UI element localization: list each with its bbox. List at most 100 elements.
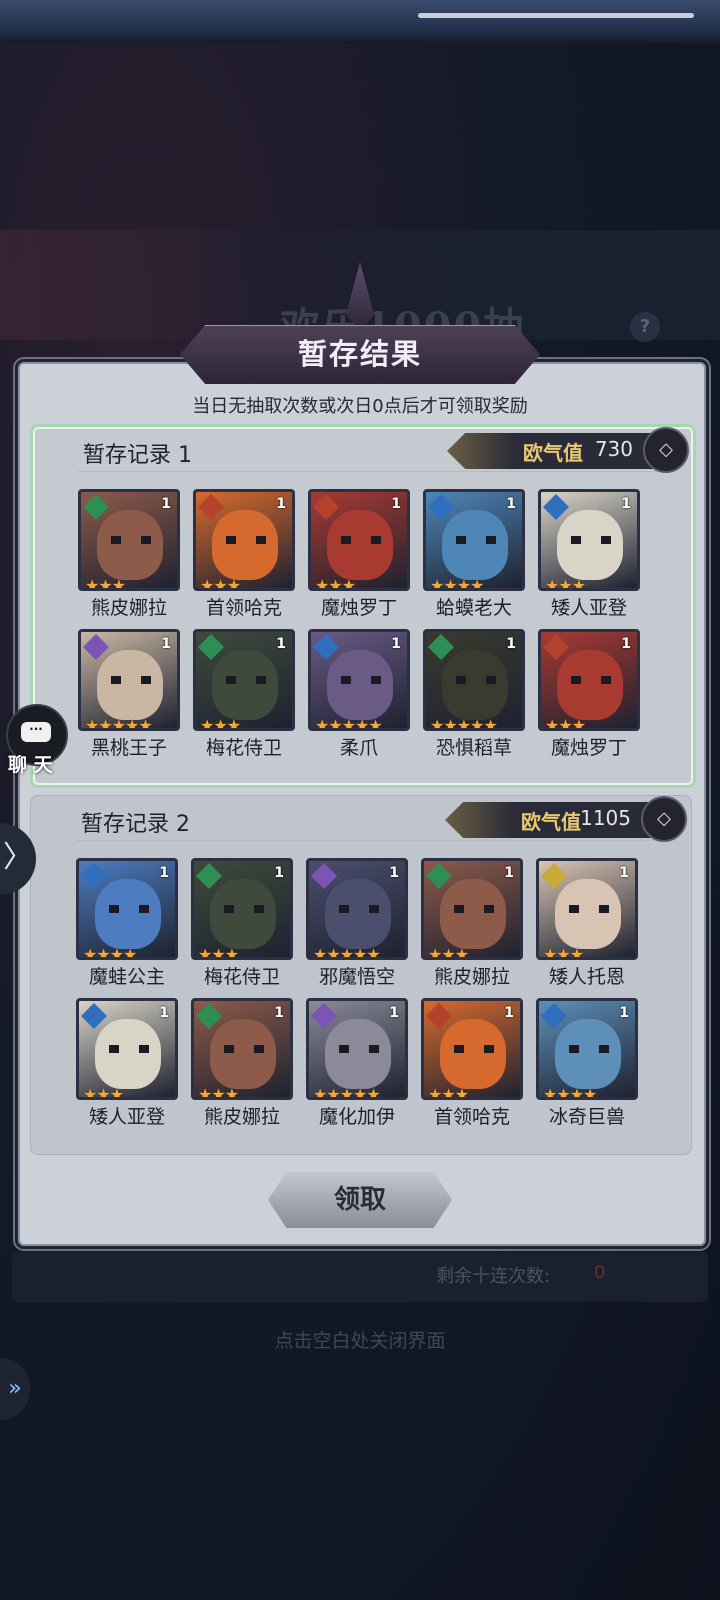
share-icon[interactable]: ◇ <box>643 427 689 473</box>
hero-count: 1 <box>619 1005 629 1021</box>
hero-card[interactable]: 1 ★★★★★ 恐惧稻草 <box>418 629 528 769</box>
home-indicator <box>418 13 694 18</box>
hero-stars: ★★★ <box>428 945 469 960</box>
hero-name: 柔爪 <box>339 737 378 759</box>
hero-card[interactable]: 1 ★★★★★ 邪魔悟空 <box>301 858 411 998</box>
hero-card[interactable]: 1 ★★★★★ 黑桃王子 <box>73 629 183 769</box>
hero-count: 1 <box>619 865 629 881</box>
share-icon[interactable]: ◇ <box>641 796 687 842</box>
hero-face <box>442 510 508 580</box>
hero-count: 1 <box>391 496 401 512</box>
chat-label[interactable]: 聊 天 <box>8 750 53 777</box>
green-element-icon <box>426 863 452 889</box>
hero-eyes <box>569 1045 609 1053</box>
hero-name: 魔烛罗丁 <box>550 737 627 759</box>
hero-stars: ★★★★★ <box>85 716 153 731</box>
hero-card[interactable]: 1 ★★★ 梅花侍卫 <box>186 858 296 998</box>
luck-value: 1105 <box>580 806 631 830</box>
gold-element-icon <box>541 863 567 889</box>
hero-card[interactable]: 1 ★★★ 矮人亚登 <box>71 998 181 1138</box>
hero-count: 1 <box>504 865 514 881</box>
dialog-notice: 当日无抽取次数或次日0点后才可领取奖励 <box>192 396 528 417</box>
blue-element-icon <box>541 1003 567 1029</box>
divider <box>76 840 656 841</box>
green-element-icon <box>428 634 454 660</box>
hero-count: 1 <box>506 496 516 512</box>
blue-element-icon <box>428 494 454 520</box>
purple-element-icon <box>83 634 109 660</box>
hero-face <box>442 650 508 720</box>
record-title: 暂存记录 1 <box>83 443 192 468</box>
hero-portrait: 1 ★★★★ <box>423 489 525 591</box>
blue-element-icon <box>81 863 107 889</box>
claim-button[interactable]: 领取 <box>268 1172 452 1228</box>
blue-element-icon <box>81 1003 107 1029</box>
hero-portrait: 1 ★★★ <box>421 998 523 1100</box>
hero-card[interactable]: 1 ★★★★★ 魔化加伊 <box>301 998 411 1138</box>
hero-count: 1 <box>391 636 401 652</box>
hero-face <box>555 879 621 949</box>
hero-name: 邪魔悟空 <box>318 966 395 988</box>
hero-count: 1 <box>621 636 631 652</box>
hero-portrait: 1 ★★★ <box>191 858 293 960</box>
hero-card[interactable]: 1 ★★★ 魔烛罗丁 <box>533 629 643 769</box>
hero-card[interactable]: 1 ★★★★ 冰奇巨兽 <box>531 998 641 1138</box>
hero-stars: ★★★★★ <box>315 716 383 731</box>
hero-name: 首领哈克 <box>433 1106 510 1128</box>
red-element-icon <box>313 494 339 520</box>
hero-stars: ★★★ <box>428 1085 469 1100</box>
red-element-icon <box>426 1003 452 1029</box>
hero-face <box>325 1019 391 1089</box>
hero-count: 1 <box>276 636 286 652</box>
hero-card[interactable]: 1 ★★★ 熊皮娜拉 <box>416 858 526 998</box>
hero-name: 首领哈克 <box>205 597 282 619</box>
hero-card[interactable]: 1 ★★★ 首领哈克 <box>416 998 526 1138</box>
hero-card[interactable]: 1 ★★★ 魔烛罗丁 <box>303 489 413 629</box>
hero-card[interactable]: 1 ★★★ 矮人亚登 <box>533 489 643 629</box>
hero-count: 1 <box>161 496 171 512</box>
hero-card[interactable]: 1 ★★★★ 蛤蟆老大 <box>418 489 528 629</box>
hero-name: 熊皮娜拉 <box>90 597 167 619</box>
hero-name: 恐惧稻草 <box>435 737 512 759</box>
hero-eyes <box>339 1045 379 1053</box>
hero-stars: ★★★★★ <box>313 945 381 960</box>
chat-icon[interactable]: ··· <box>21 722 51 742</box>
hero-eyes <box>454 1045 494 1053</box>
hero-stars: ★★★ <box>83 1085 124 1100</box>
hero-eyes <box>456 536 496 544</box>
hero-portrait: 1 ★★★★ <box>536 998 638 1100</box>
help-icon[interactable]: ? <box>630 312 660 342</box>
hero-name: 魔化加伊 <box>318 1106 395 1128</box>
red-element-icon <box>543 634 569 660</box>
hero-count: 1 <box>159 1005 169 1021</box>
hero-portrait: 1 ★★★ <box>538 489 640 591</box>
hero-portrait: 1 ★★★★ <box>76 858 178 960</box>
hero-card[interactable]: 1 ★★★★ 魔蛙公主 <box>71 858 181 998</box>
hero-face <box>210 879 276 949</box>
hero-count: 1 <box>621 496 631 512</box>
green-element-icon <box>83 494 109 520</box>
hero-stars: ★★★ <box>85 576 126 591</box>
hero-card[interactable]: 1 ★★★★★ 柔爪 <box>303 629 413 769</box>
hero-count: 1 <box>161 636 171 652</box>
hero-card[interactable]: 1 ★★★ 熊皮娜拉 <box>186 998 296 1138</box>
hero-face <box>212 650 278 720</box>
hero-name: 魔烛罗丁 <box>320 597 397 619</box>
hero-count: 1 <box>506 636 516 652</box>
hero-card[interactable]: 1 ★★★ 熊皮娜拉 <box>73 489 183 629</box>
hero-stars: ★★★ <box>545 576 586 591</box>
hero-eyes <box>341 676 381 684</box>
hero-card[interactable]: 1 ★★★ 矮人托恩 <box>531 858 641 998</box>
hero-card[interactable]: 1 ★★★ 首领哈克 <box>188 489 298 629</box>
remaining-label: 剩余十连次数: <box>436 1266 551 1287</box>
close-hint[interactable]: 点击空白处关闭界面 <box>0 1326 720 1353</box>
hero-name: 矮人亚登 <box>550 597 627 619</box>
hero-stars: ★★★ <box>200 576 241 591</box>
hero-card[interactable]: 1 ★★★ 梅花侍卫 <box>188 629 298 769</box>
hero-portrait: 1 ★★★ <box>536 858 638 960</box>
hero-name: 梅花侍卫 <box>203 966 280 988</box>
hero-eyes <box>224 1045 264 1053</box>
hero-eyes <box>111 676 151 684</box>
hero-portrait: 1 ★★★ <box>191 998 293 1100</box>
hero-stars: ★★★★ <box>430 576 484 591</box>
